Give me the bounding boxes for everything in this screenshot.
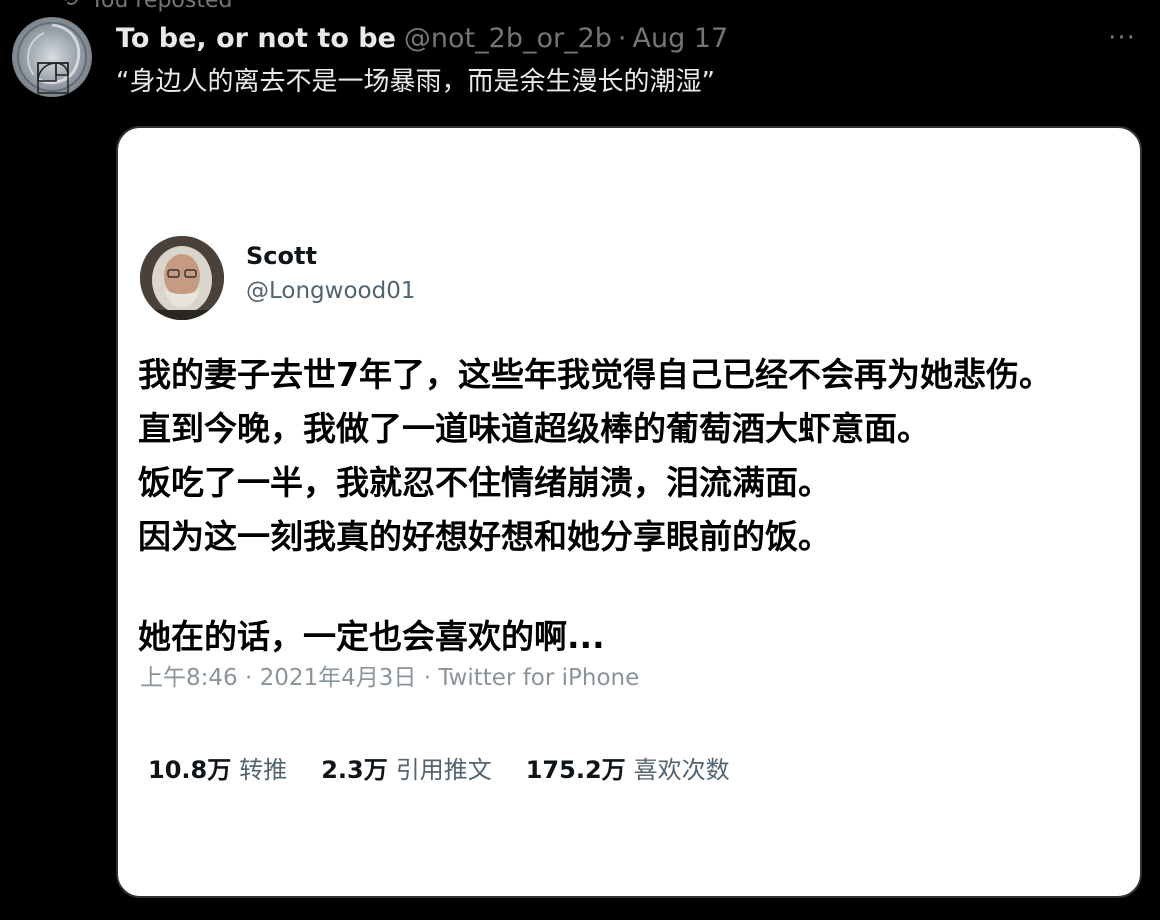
repost-icon: ⟲ <box>60 0 78 11</box>
stat-label: 引用推文 <box>395 756 492 784</box>
stat-quotes: 2.3万 引用推文 <box>321 750 492 785</box>
tweet-header: To be, or not to be @not_2b_or_2b · Aug … <box>116 18 728 58</box>
embedded-author-name: Scott <box>246 242 317 270</box>
author-avatar[interactable] <box>12 17 92 97</box>
embedded-stats: 10.8万 转推 2.3万 引用推文 175.2万 喜欢次数 <box>148 750 764 785</box>
stat-value: 10.8万 <box>148 756 232 784</box>
stat-retweets: 10.8万 转推 <box>148 750 287 785</box>
repost-banner-text: You reposted <box>90 0 232 12</box>
tweet-text: “身边人的离去不是一场暴雨，而是余生漫长的潮湿” <box>116 67 715 97</box>
embedded-author-avatar <box>140 236 224 320</box>
author-display-name[interactable]: To be, or not to be <box>116 23 396 54</box>
stat-label: 转推 <box>239 756 288 784</box>
embedded-closing-line: 她在的话，一定也会喜欢的啊... <box>138 617 605 656</box>
repost-banner: ⟲ You reposted <box>60 0 232 12</box>
header-separator: · <box>617 22 627 54</box>
stat-likes: 175.2万 喜欢次数 <box>526 750 730 785</box>
author-handle[interactable]: @not_2b_or_2b <box>404 23 612 54</box>
stat-value: 175.2万 <box>525 756 626 784</box>
tweet-date[interactable]: Aug 17 <box>633 23 729 54</box>
embedded-tweet-body: 我的妻子去世7年了，这些年我觉得自己已经不会再为她悲伤。 直到今晚，我做了一道味… <box>138 348 1138 664</box>
stat-label: 喜欢次数 <box>633 756 730 784</box>
embedded-line: 饭吃了一半，我就忍不住情绪崩溃，泪流满面。 <box>138 463 831 502</box>
more-options-button[interactable]: ··· <box>1102 20 1142 56</box>
embedded-line: 直到今晚，我做了一道味道超级棒的葡萄酒大虾意面。 <box>138 409 930 448</box>
embedded-tweet-meta: 上午8:46 · 2021年4月3日 · Twitter for iPhone <box>140 665 640 691</box>
more-horizontal-icon: ··· <box>1108 23 1136 53</box>
embedded-line: 因为这一刻我真的好想好想和她分享眼前的饭。 <box>138 517 831 556</box>
tweet-media-image[interactable]: Scott @Longwood01 我的妻子去世7年了，这些年我觉得自己已经不会… <box>116 126 1142 898</box>
stat-value: 2.3万 <box>321 756 388 784</box>
embedded-line: 我的妻子去世7年了，这些年我觉得自己已经不会再为她悲伤。 <box>138 355 1052 394</box>
embedded-author-handle: @Longwood01 <box>246 278 416 304</box>
